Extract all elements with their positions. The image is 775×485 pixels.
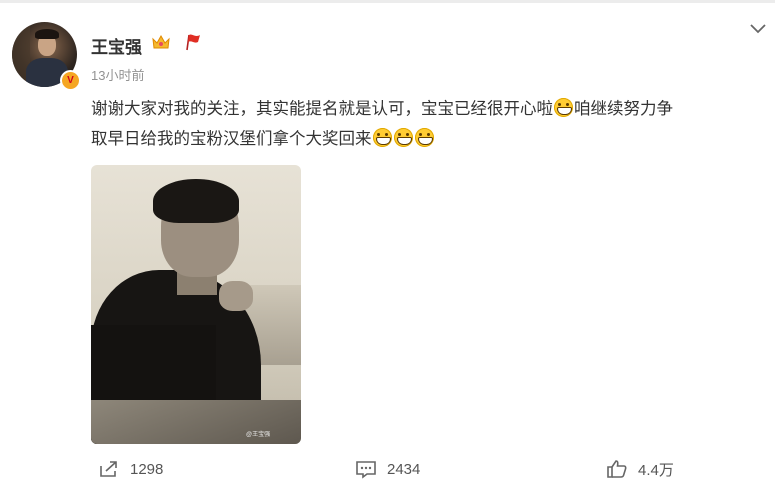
crown-icon[interactable] [150,32,172,52]
post-text-line1: 谢谢大家对我的关注，其实能提名就是认可，宝宝已经很开心啦 [91,99,553,118]
thumbs-up-icon [607,460,627,478]
comment-icon [356,461,376,479]
post-timestamp: 13小时前 [91,68,145,83]
post-text-line1-end: 咱继续努力争 [574,99,673,118]
grin-emoji-icon [414,128,434,147]
post-text-line2: 取早日给我的宝粉汉堡们拿个大奖回来 [91,129,372,148]
post-photo[interactable]: @王宝强 [91,165,301,444]
top-divider [0,0,775,3]
share-button[interactable]: 1298 [98,458,163,480]
grin-emoji-icon [372,128,392,147]
avatar-hair [35,29,59,39]
photo-watermark: @王宝强 [246,432,271,438]
post-text: 谢谢大家对我的关注，其实能提名就是认可，宝宝已经很开心啦 咱继续努力争 取早日给我… [91,94,761,154]
like-count: 4.4万 [638,461,674,479]
chevron-down-icon[interactable] [748,22,768,36]
verified-badge-icon: V [60,70,81,91]
share-count: 1298 [130,460,164,478]
comment-button[interactable]: 2434 [355,458,420,480]
like-button[interactable]: 4.4万 [606,458,674,480]
grin-emoji-icon [554,98,573,117]
username[interactable]: 王宝强 [91,33,142,58]
red-flag-icon[interactable] [181,32,203,52]
photo-person-hair [153,179,239,223]
share-icon [100,461,117,477]
comment-count: 2434 [387,460,421,478]
photo-person-hands [219,281,253,311]
grin-emoji-icon [393,128,413,147]
